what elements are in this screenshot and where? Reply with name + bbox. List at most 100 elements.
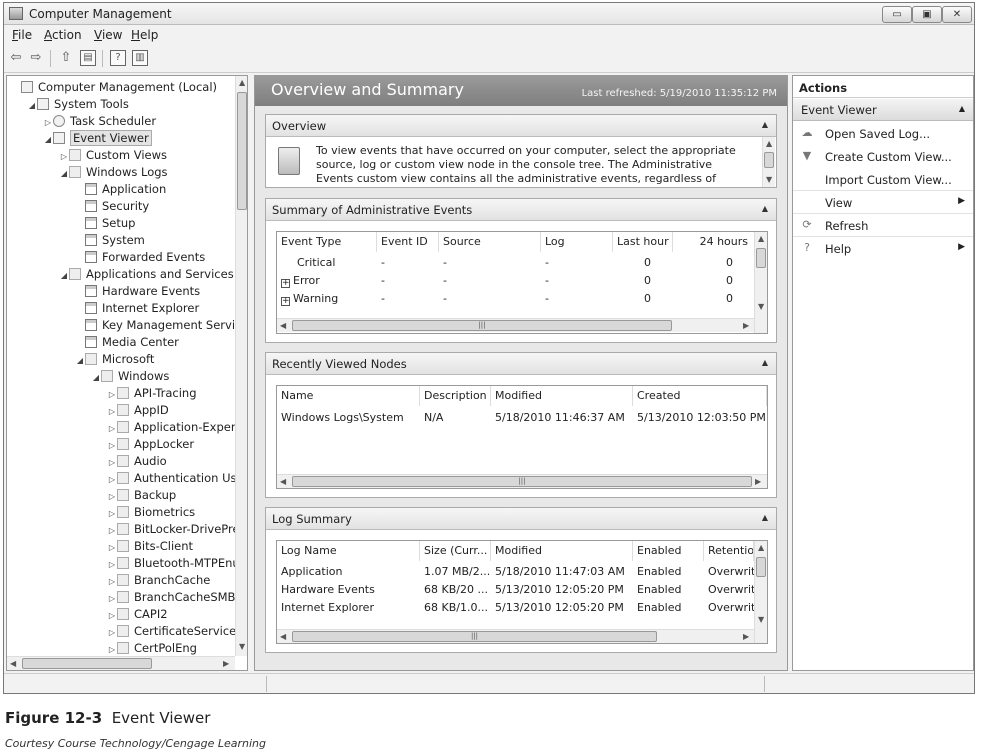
column-header[interactable]: Retentio	[704, 541, 754, 561]
collapse-icon[interactable]: ▲	[762, 513, 768, 522]
expand-arrow-icon[interactable]: ▷	[107, 590, 117, 607]
menu-action[interactable]: Action	[44, 28, 82, 42]
tree-item[interactable]: ▷ Application-Experie	[107, 419, 246, 436]
table-cell[interactable]: Enabled	[633, 581, 704, 599]
back-arrow-icon[interactable]: ⇦	[8, 50, 24, 66]
expand-arrow-icon[interactable]: ▷	[107, 437, 117, 454]
column-header[interactable]: Event ID	[377, 232, 439, 252]
tree-item[interactable]: ▷ BranchCache	[107, 572, 210, 589]
expand-arrow-icon[interactable]: ▷	[59, 148, 69, 165]
tree-item[interactable]: ▷ CertificateServices	[107, 623, 242, 640]
tree-item[interactable]: ▷ API-Tracing	[107, 385, 197, 402]
tree-vertical-scrollbar[interactable]: ▲ ▼	[235, 76, 247, 656]
tree-item[interactable]: ▷ CertPolEng	[107, 640, 197, 657]
action-item[interactable]: ▼ Create Custom View...	[793, 145, 973, 168]
show-hide-tree-icon[interactable]: ▤	[80, 50, 96, 66]
close-button[interactable]: ✕	[942, 6, 972, 23]
tree-item[interactable]: ▷ BranchCacheSMB	[107, 589, 236, 607]
expand-plus-icon[interactable]: +	[281, 297, 290, 306]
minimize-button[interactable]: ▭	[882, 6, 912, 23]
table-cell[interactable]: Enabled	[633, 599, 704, 617]
overview-scrollbar[interactable]: ▲ ▼	[762, 137, 775, 187]
tree-item[interactable]: ◢ Microsoft	[75, 351, 154, 368]
collapse-arrow-icon[interactable]: ◢	[91, 369, 101, 386]
table-cell[interactable]: Windows Logs\System	[277, 409, 420, 427]
table-cell[interactable]: Internet Explorer	[277, 599, 420, 617]
collapse-arrow-icon[interactable]: ◢	[75, 352, 85, 369]
collapse-arrow-icon[interactable]: ◢	[59, 165, 69, 182]
up-folder-icon[interactable]: ⇧	[58, 50, 74, 66]
expand-arrow-icon[interactable]: ▷	[43, 114, 53, 131]
column-header[interactable]: Log	[541, 232, 613, 252]
collapse-icon[interactable]: ▲	[762, 358, 768, 367]
tree-item[interactable]: ◢ Event Viewer	[43, 130, 152, 147]
column-header[interactable]: Name	[277, 386, 420, 406]
action-item[interactable]: ⟳ Refresh	[793, 214, 973, 237]
tree-item[interactable]: ▷ Bluetooth-MTPEnu	[107, 555, 240, 572]
column-header[interactable]: Log Name	[277, 541, 420, 561]
overview-header[interactable]: Overview ▲	[266, 115, 776, 137]
properties-icon[interactable]: ▥	[132, 50, 148, 66]
table-cell[interactable]: 68 KB/1.0...	[420, 599, 491, 617]
tree-horizontal-scrollbar[interactable]: ◀ ▶	[7, 656, 235, 670]
admin-events-vscroll[interactable]: ▲ ▼	[754, 232, 767, 333]
expand-arrow-icon[interactable]: ▷	[107, 539, 117, 556]
expand-arrow-icon[interactable]: ▷	[107, 403, 117, 420]
tree-item[interactable]: Computer Management (Local)	[11, 79, 217, 96]
action-item[interactable]: ? Help ▶	[793, 237, 973, 260]
tree-item[interactable]: Setup	[75, 215, 135, 232]
tree-item[interactable]: ◢ Applications and Services Log	[59, 266, 247, 283]
collapse-arrow-icon[interactable]: ◢	[43, 131, 53, 148]
column-header[interactable]: Modified	[491, 386, 633, 406]
column-header[interactable]: Source	[439, 232, 541, 252]
help-icon[interactable]: ?	[110, 50, 126, 66]
tree-item[interactable]: Forwarded Events	[75, 249, 205, 266]
expand-arrow-icon[interactable]: ▷	[107, 454, 117, 471]
collapse-icon[interactable]: ▲	[762, 120, 768, 129]
admin-events-hscroll[interactable]: ◀ ||| ▶	[277, 318, 755, 332]
maximize-button[interactable]: ▣	[912, 6, 942, 23]
expand-arrow-icon[interactable]: ▷	[107, 471, 117, 488]
collapse-icon[interactable]: ▲	[959, 104, 965, 113]
expand-arrow-icon[interactable]: ▷	[107, 488, 117, 505]
expand-arrow-icon[interactable]: ▷	[107, 573, 117, 590]
menu-view[interactable]: View	[94, 28, 122, 42]
tree-item[interactable]: Media Center	[75, 334, 179, 351]
tree-item[interactable]: ◢ Windows Logs	[59, 164, 168, 181]
tree-item[interactable]: ▷ BitLocker-DrivePre	[107, 521, 240, 538]
menu-file[interactable]: File	[12, 28, 32, 42]
admin-events-header[interactable]: Summary of Administrative Events ▲	[266, 199, 776, 221]
column-header[interactable]: Last hour	[613, 232, 673, 252]
table-cell[interactable]: 5/13/2010 12:05:20 PM	[491, 581, 633, 599]
table-cell[interactable]: 5/18/2010 11:46:37 AM	[491, 409, 633, 427]
action-item[interactable]: View ▶	[793, 191, 973, 214]
tree-item[interactable]: Application	[75, 181, 166, 198]
recent-nodes-hscroll[interactable]: ◀ ||| ▶	[277, 474, 767, 488]
tree-item[interactable]: System	[75, 232, 145, 249]
expand-arrow-icon[interactable]: ▷	[107, 607, 117, 624]
tree-item[interactable]: Hardware Events	[75, 283, 200, 300]
column-header[interactable]: 24 hours	[673, 232, 755, 252]
table-cell[interactable]: 68 KB/20 ...	[420, 581, 491, 599]
table-cell[interactable]: Hardware Events	[277, 581, 420, 599]
recent-nodes-header[interactable]: Recently Viewed Nodes ▲	[266, 353, 776, 375]
table-cell[interactable]: Enabled	[633, 563, 704, 581]
table-cell[interactable]: 5/18/2010 11:47:03 AM	[491, 563, 633, 581]
table-cell[interactable]: 5/13/2010 12:03:50 PM	[633, 409, 767, 427]
forward-arrow-icon[interactable]: ⇨	[28, 50, 44, 66]
tree-item[interactable]: Internet Explorer	[75, 300, 199, 317]
tree-item[interactable]: ◢ Windows	[91, 368, 169, 385]
log-summary-header[interactable]: Log Summary ▲	[266, 508, 776, 530]
column-header[interactable]: Description	[420, 386, 491, 406]
tree-item[interactable]: ▷ Biometrics	[107, 504, 195, 521]
expand-arrow-icon[interactable]: ▷	[107, 505, 117, 522]
menu-help[interactable]: Help	[131, 28, 158, 42]
tree-item[interactable]: ▷ Custom Views	[59, 147, 167, 164]
tree-item[interactable]: ▷ CAPI2	[107, 606, 168, 623]
table-cell[interactable]: N/A	[420, 409, 491, 427]
log-summary-hscroll[interactable]: ◀ ||| ▶	[277, 629, 755, 643]
log-summary-vscroll[interactable]: ▲ ▼	[754, 541, 767, 643]
column-header[interactable]: Event Type	[277, 232, 377, 252]
table-cell[interactable]: Application	[277, 563, 420, 581]
column-header[interactable]: Created	[633, 386, 767, 406]
